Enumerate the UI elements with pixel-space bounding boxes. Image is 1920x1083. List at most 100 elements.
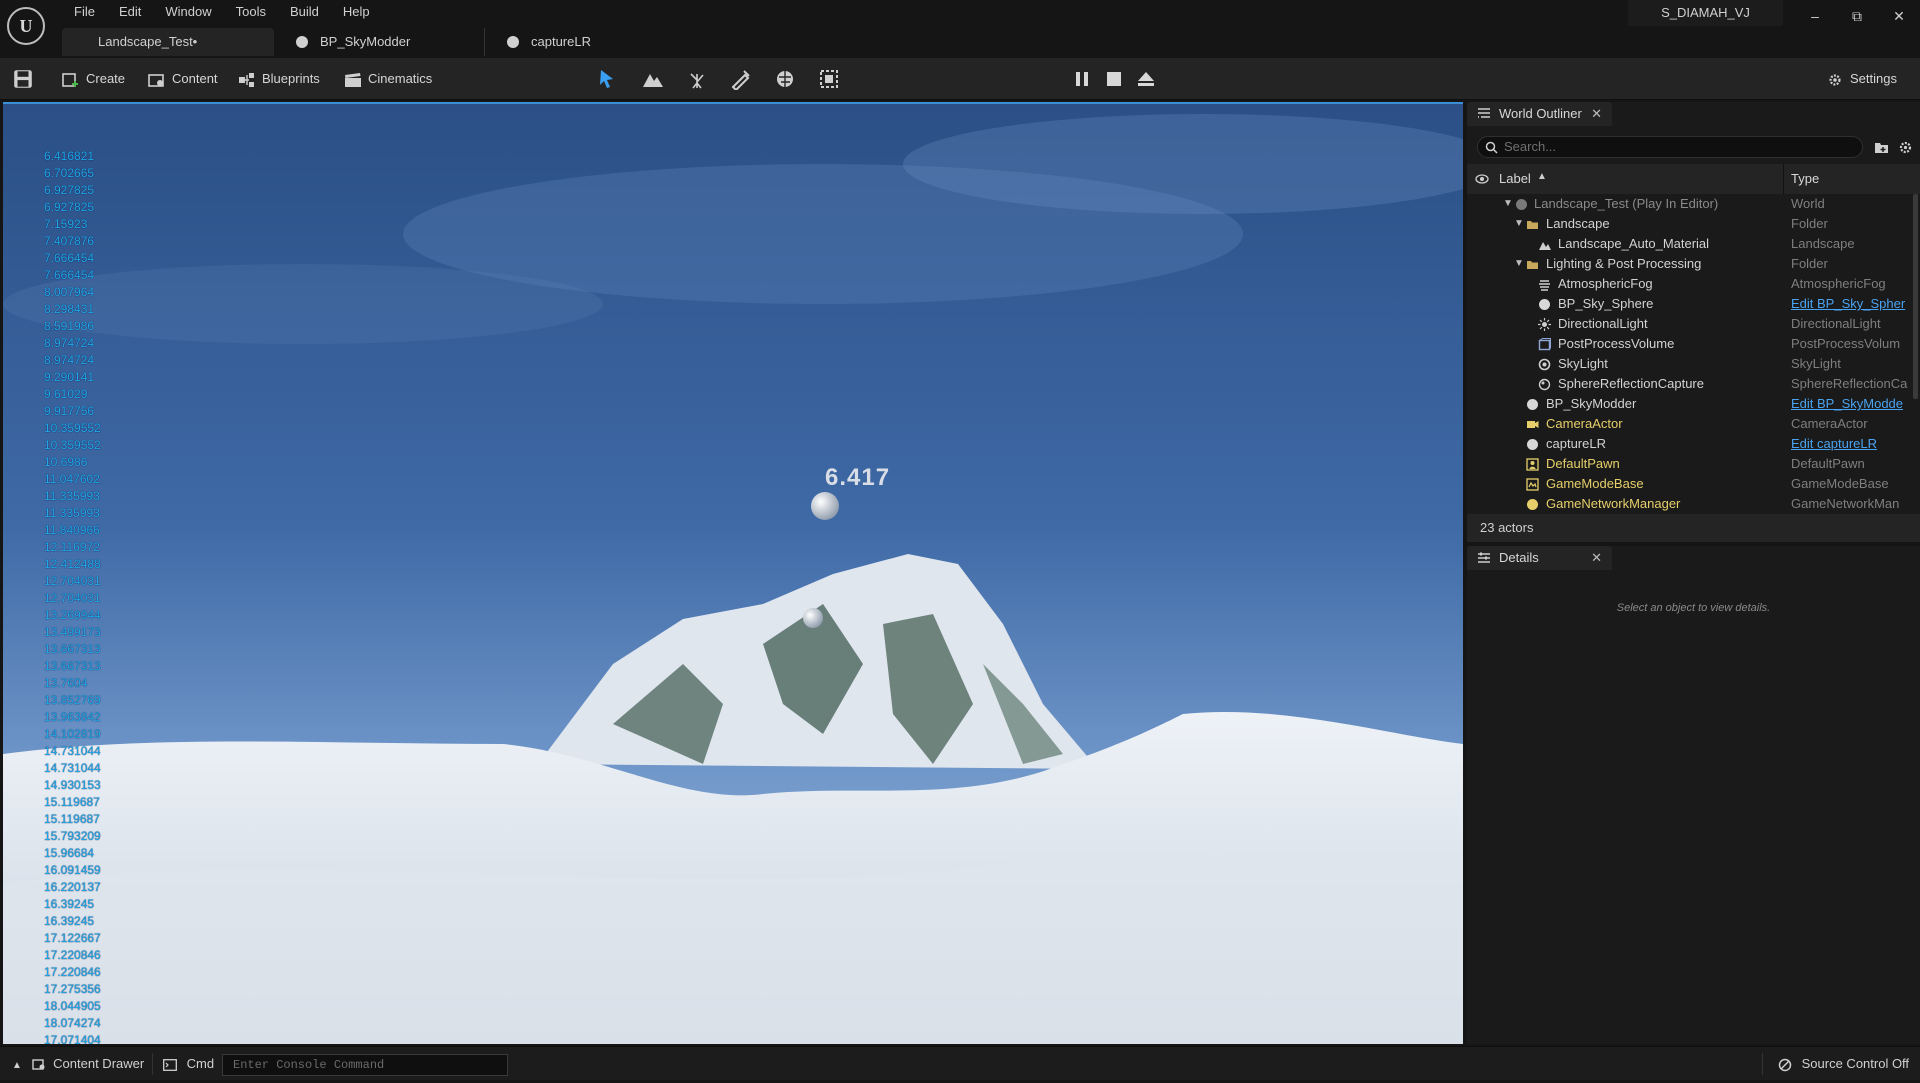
debug-value: 15.119687	[44, 795, 100, 809]
foliage-mode-icon[interactable]	[686, 68, 708, 90]
debug-value: 13.667313	[44, 642, 101, 656]
add-folder-icon[interactable]	[1874, 140, 1889, 155]
fracture-mode-icon[interactable]	[774, 68, 796, 90]
debug-value: 11.047602	[44, 472, 100, 486]
blueprint-icon	[507, 36, 519, 48]
tree-row-folder-lighting[interactable]: ▼ Lighting & Post Processing Folder	[1467, 254, 1912, 274]
blueprints-button[interactable]: Blueprints	[238, 68, 320, 90]
sort-ascending-icon: ▲	[1537, 171, 1547, 182]
console-command-input[interactable]: Enter Console Command	[222, 1054, 508, 1076]
folder-icon	[1527, 261, 1538, 269]
column-label[interactable]: Label	[1499, 171, 1531, 186]
tree-row-post-process-volume[interactable]: PostProcessVolume PostProcessVolum	[1467, 334, 1912, 354]
debug-value: 13.7604	[44, 676, 88, 690]
menu-tools[interactable]: Tools	[224, 3, 278, 21]
actor-sphere-icon	[1527, 499, 1538, 510]
debug-value: 14.102819	[44, 727, 101, 741]
outliner-tree: ▼ Landscape_Test (Play In Editor) World …	[1467, 194, 1912, 514]
landscape-mode-icon[interactable]	[642, 68, 664, 90]
select-mode-icon[interactable]	[597, 68, 619, 90]
debug-value: 9.290141	[44, 370, 95, 384]
document-tabs: Landscape_Test• BP_SkyModder captureLR	[62, 28, 684, 56]
tree-row-bp-skymodder[interactable]: BP_SkyModder Edit BP_SkyModde	[1467, 394, 1912, 414]
debug-value: 11.335993	[44, 489, 100, 503]
menu-window[interactable]: Window	[153, 3, 223, 21]
unreal-logo-icon[interactable]: U	[7, 7, 45, 45]
outliner-scrollbar[interactable]	[1913, 194, 1918, 399]
world-outliner-tab[interactable]: World Outliner ✕	[1467, 102, 1612, 126]
content-button[interactable]: Content	[148, 68, 218, 90]
column-type[interactable]: Type	[1791, 171, 1819, 186]
debug-value: 8.974724	[44, 336, 95, 350]
tree-row-folder-landscape[interactable]: ▼ Landscape Folder	[1467, 214, 1912, 234]
tree-row-capturelr[interactable]: captureLR Edit captureLR	[1467, 434, 1912, 454]
tree-row-landscape-auto-material[interactable]: Landscape_Auto_Material Landscape	[1467, 234, 1912, 254]
tree-row-atmospheric-fog[interactable]: AtmosphericFog AtmosphericFog	[1467, 274, 1912, 294]
tab-capturelr[interactable]: captureLR	[484, 28, 684, 56]
debug-value: 10.359552	[44, 438, 101, 452]
tree-row-sky-light[interactable]: SkyLight SkyLight	[1467, 354, 1912, 374]
tab-bp-skymodder[interactable]: BP_SkyModder	[274, 28, 484, 56]
chevron-down-icon[interactable]: ▼	[1514, 254, 1524, 274]
tree-row-game-network-manager[interactable]: GameNetworkManager GameNetworkMan	[1467, 494, 1912, 514]
content-drawer-button[interactable]: ▲ Content Drawer	[12, 1047, 144, 1081]
tab-landscape-test[interactable]: Landscape_Test•	[62, 28, 274, 56]
eject-icon[interactable]	[1135, 68, 1157, 90]
gear-icon[interactable]	[1898, 140, 1913, 155]
user-name[interactable]: S_DIAMAH_VJ	[1628, 0, 1783, 26]
outliner-search-input[interactable]: Search...	[1477, 136, 1863, 158]
close-window-icon[interactable]: ✕	[1880, 0, 1918, 32]
cinematics-button[interactable]: Cinematics	[344, 68, 432, 90]
menu-edit[interactable]: Edit	[107, 3, 153, 21]
cmd-button[interactable]: Cmd	[163, 1047, 214, 1081]
debug-value: 7.15923	[44, 217, 88, 231]
debug-value: 16.091459	[44, 863, 101, 877]
settings-button[interactable]: Settings	[1826, 68, 1897, 90]
debug-value: 7.407876	[44, 234, 95, 248]
create-button[interactable]: Create	[62, 68, 125, 90]
debug-value: 16.39245	[44, 897, 95, 911]
close-tab-icon[interactable]: ✕	[1591, 102, 1602, 126]
menu-help[interactable]: Help	[331, 3, 382, 21]
terminal-icon	[163, 1058, 177, 1071]
tree-row-world[interactable]: ▼ Landscape_Test (Play In Editor) World	[1467, 194, 1912, 214]
debug-value: 14.930153	[44, 778, 101, 792]
tree-row-camera-actor[interactable]: CameraActor CameraActor	[1467, 414, 1912, 434]
tree-row-game-mode-base[interactable]: GameModeBase GameModeBase	[1467, 474, 1912, 494]
close-tab-icon[interactable]: ✕	[1591, 546, 1602, 570]
minimize-icon[interactable]: –	[1796, 0, 1834, 32]
tree-row-bp-sky-sphere[interactable]: BP_Sky_Sphere Edit BP_Sky_Spher	[1467, 294, 1912, 314]
debug-value: 12.116972	[44, 540, 100, 554]
stop-icon[interactable]	[1103, 68, 1125, 90]
level-viewport[interactable]: 6.416821 6.702665 6.927825 6.927825 7.15…	[3, 102, 1463, 1044]
actor-sphere-icon	[1539, 299, 1550, 310]
debug-value: 18.044905	[44, 999, 101, 1013]
blueprints-icon	[239, 72, 254, 87]
actor-sphere-icon	[1527, 399, 1538, 410]
source-control-button[interactable]: Source Control Off	[1778, 1047, 1909, 1081]
details-tab[interactable]: Details ✕	[1467, 546, 1612, 570]
save-icon[interactable]	[12, 68, 34, 90]
debug-value: 7.666454	[44, 268, 95, 282]
debug-value: 6.927825	[44, 200, 95, 214]
debug-value: 12.704031	[44, 574, 101, 588]
menu-bar: U File Edit Window Tools Build Help S_DI…	[0, 0, 1920, 45]
menu-build[interactable]: Build	[278, 3, 331, 21]
tree-row-sphere-reflection-capture[interactable]: SphereReflectionCapture SphereReflection…	[1467, 374, 1912, 394]
world-icon	[1516, 199, 1527, 210]
visibility-eye-icon[interactable]	[1475, 174, 1489, 184]
pause-icon[interactable]	[1071, 68, 1093, 90]
restore-icon[interactable]: ⧉	[1838, 0, 1876, 32]
debug-value: 17.275356	[44, 982, 101, 996]
mesh-paint-mode-icon[interactable]	[730, 68, 752, 90]
tree-row-directional-light[interactable]: DirectionalLight DirectionalLight	[1467, 314, 1912, 334]
debug-value: 8.591986	[44, 319, 95, 333]
menu-file[interactable]: File	[62, 3, 107, 21]
modeling-mode-icon[interactable]	[818, 68, 840, 90]
chevron-down-icon[interactable]: ▼	[1514, 214, 1524, 234]
tree-row-default-pawn[interactable]: DefaultPawn DefaultPawn	[1467, 454, 1912, 474]
chevron-down-icon[interactable]: ▼	[1503, 194, 1513, 214]
debug-value: 15.793209	[44, 829, 101, 843]
camera-icon	[1527, 421, 1539, 428]
debug-value: 8.298431	[44, 302, 95, 316]
